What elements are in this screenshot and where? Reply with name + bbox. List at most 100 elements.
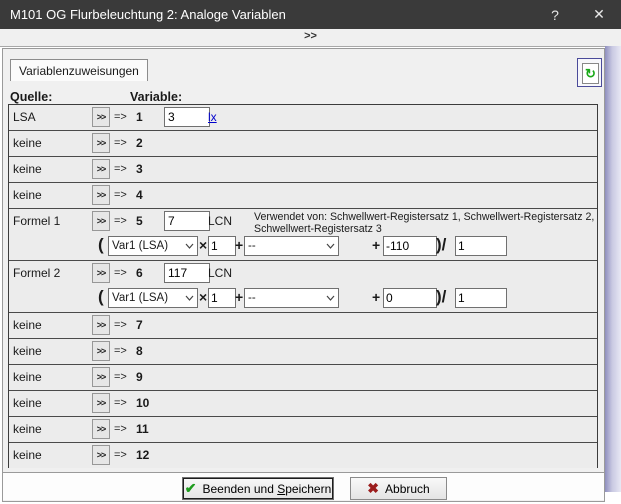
source-label: keine: [13, 396, 42, 410]
chevrons-right-icon: >>: [97, 164, 106, 174]
assign-arrow: =>: [114, 371, 127, 383]
assign-arrow: =>: [114, 345, 127, 357]
source-label: keine: [13, 162, 42, 176]
variable-number: 11: [136, 422, 149, 436]
variable-number: 9: [136, 370, 143, 384]
chevrons-right-icon: >>: [97, 190, 106, 200]
footer: ✔ Beenden und Speichern ✖ Abbruch: [3, 473, 604, 500]
chevron-down-icon: [326, 243, 335, 249]
forward-button[interactable]: >>: [92, 367, 110, 387]
column-header-source: Quelle:: [10, 90, 52, 104]
variable-number: 12: [136, 448, 149, 462]
forward-button[interactable]: >>: [92, 185, 110, 205]
forward-button[interactable]: >>: [92, 315, 110, 335]
multiply-sign: ×: [199, 289, 207, 305]
assign-arrow: =>: [114, 163, 127, 175]
chevrons-right-icon: >>: [97, 450, 106, 460]
unit-link[interactable]: lx: [208, 110, 217, 124]
plus-sign: +: [235, 237, 243, 253]
variable-number: 10: [136, 396, 149, 410]
formula-variable2-select[interactable]: --: [244, 288, 339, 308]
chevrons-right-icon: >>: [97, 320, 106, 330]
variable-number: 6: [136, 266, 143, 280]
save-button[interactable]: ✔ Beenden und Speichern: [182, 477, 334, 500]
refresh-button[interactable]: ↻: [577, 58, 602, 87]
assign-arrow: =>: [114, 137, 127, 149]
forward-button[interactable]: >>: [92, 263, 110, 283]
variable-value-input[interactable]: [164, 107, 210, 127]
source-label: keine: [13, 136, 42, 150]
forward-button[interactable]: >>: [92, 341, 110, 361]
variable-number: 4: [136, 188, 143, 202]
chevrons-right-icon: >>: [97, 398, 106, 408]
table-row: Formel 2 >> => 6 LCN ( Var1 (LSA) × +: [9, 261, 597, 313]
plus-sign: +: [235, 289, 243, 305]
variable-value-input[interactable]: [164, 211, 210, 231]
chevron-down-icon: [185, 295, 194, 301]
assign-arrow: =>: [114, 267, 127, 279]
plus-sign: +: [372, 237, 380, 253]
column-header-variable: Variable:: [130, 90, 182, 104]
assign-arrow: =>: [114, 449, 127, 461]
chevrons-right-icon: >>: [97, 216, 106, 226]
source-label: keine: [13, 422, 42, 436]
help-button[interactable]: ?: [533, 7, 577, 23]
assign-arrow: =>: [114, 397, 127, 409]
cancel-button[interactable]: ✖ Abbruch: [350, 477, 447, 500]
expander-bar[interactable]: >>: [0, 29, 621, 47]
variable-number: 2: [136, 136, 143, 150]
titlebar: M101 OG Flurbeleuchtung 2: Analoge Varia…: [0, 0, 621, 29]
cross-icon: ✖: [367, 480, 379, 497]
formula-variable1-select[interactable]: Var1 (LSA): [108, 288, 198, 308]
formula-factor-input[interactable]: [208, 236, 236, 256]
variable-list: LSA >> => 1 lx keine >> => 2: [8, 104, 598, 468]
chevrons-right-icon: >>: [97, 424, 106, 434]
table-row: keine >> => 3: [9, 157, 597, 183]
chevrons-right-icon: >>: [304, 30, 317, 42]
source-label: keine: [13, 370, 42, 384]
assign-arrow: =>: [114, 319, 127, 331]
used-by-text: Verwendet von: Schwellwert-Registersatz …: [254, 211, 596, 235]
source-label: Formel 1: [13, 214, 60, 228]
main-panel: Variablenzuweisungen ↻ Quelle: Variable:…: [2, 48, 605, 502]
formula-factor-input[interactable]: [208, 288, 236, 308]
forward-button[interactable]: >>: [92, 107, 110, 127]
source-label: keine: [13, 318, 42, 332]
source-label: LSA: [13, 110, 36, 124]
close-paren-divide: )/: [436, 235, 446, 255]
table-row: keine >> => 7: [9, 313, 597, 339]
formula-divisor-input[interactable]: [455, 236, 507, 256]
formula-variable1-select[interactable]: Var1 (LSA): [108, 236, 198, 256]
assign-arrow: =>: [114, 215, 127, 227]
formula-row: ( Var1 (LSA) × + -- + )/: [9, 286, 597, 312]
formula-row: ( Var1 (LSA) × + -- + )/: [9, 234, 597, 260]
table-row: keine >> => 2: [9, 131, 597, 157]
variable-value-input[interactable]: [164, 263, 210, 283]
assign-arrow: =>: [114, 423, 127, 435]
close-button[interactable]: ✕: [577, 6, 621, 23]
chevrons-right-icon: >>: [97, 112, 106, 122]
forward-button[interactable]: >>: [92, 159, 110, 179]
chevron-down-icon: [326, 295, 335, 301]
forward-button[interactable]: >>: [92, 211, 110, 231]
table-row: keine >> => 8: [9, 339, 597, 365]
chevrons-right-icon: >>: [97, 268, 106, 278]
table-row: keine >> => 9: [9, 365, 597, 391]
chevrons-right-icon: >>: [97, 372, 106, 382]
forward-button[interactable]: >>: [92, 419, 110, 439]
formula-divisor-input[interactable]: [455, 288, 507, 308]
formula-offset-input[interactable]: [383, 288, 437, 308]
formula-variable2-select[interactable]: --: [244, 236, 339, 256]
chevrons-right-icon: >>: [97, 346, 106, 356]
forward-button[interactable]: >>: [92, 393, 110, 413]
check-icon: ✔: [185, 480, 197, 497]
plus-sign: +: [372, 289, 380, 305]
variable-number: 8: [136, 344, 143, 358]
tab-variablenzuweisungen[interactable]: Variablenzuweisungen: [10, 59, 148, 81]
chevrons-right-icon: >>: [97, 138, 106, 148]
unit-label: LCN: [208, 214, 232, 228]
variable-number: 5: [136, 214, 143, 228]
forward-button[interactable]: >>: [92, 133, 110, 153]
forward-button[interactable]: >>: [92, 445, 110, 465]
formula-offset-input[interactable]: [383, 236, 437, 256]
